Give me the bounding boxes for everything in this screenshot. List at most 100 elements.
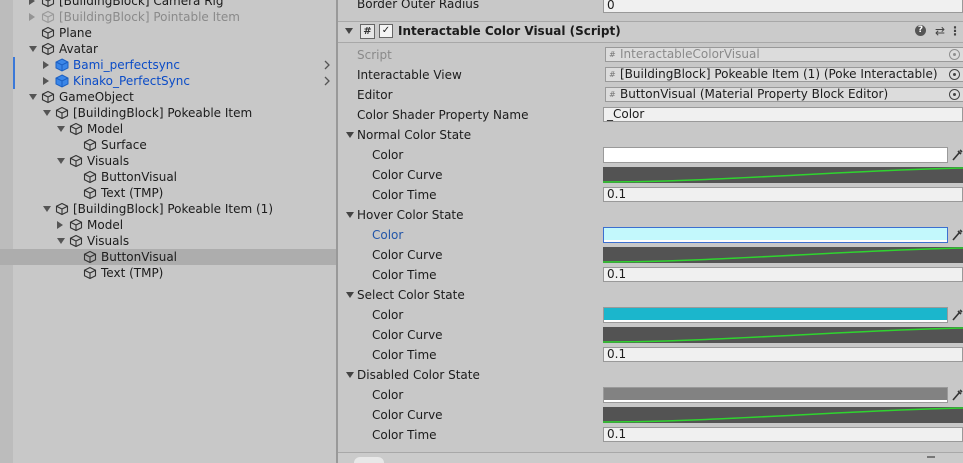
hierarchy-item[interactable]: Plane: [13, 25, 336, 41]
animation-curve-field[interactable]: [603, 247, 963, 263]
border-outer-radius-row: Border Outer Radius 0: [338, 0, 963, 14]
expand-arrow-icon[interactable]: [57, 126, 65, 132]
animation-curve-field[interactable]: [603, 327, 963, 343]
color-state-header[interactable]: Select Color State: [338, 285, 963, 305]
animation-curve-field[interactable]: [603, 167, 963, 183]
color-time-row: Color Time 0.1: [338, 265, 963, 285]
expand-arrow-icon[interactable]: [57, 238, 65, 244]
expand-arrow-icon[interactable]: [57, 158, 65, 164]
color-time-row: Color Time 0.1: [338, 185, 963, 205]
color-state-title: Normal Color State: [357, 128, 472, 142]
editor-field[interactable]: # ButtonVisual (Material Property Block …: [605, 87, 963, 102]
hierarchy-item[interactable]: [BuildingBlock] Pokeable Item: [13, 105, 336, 121]
object-picker-icon[interactable]: [949, 89, 960, 100]
collapse-arrow-icon[interactable]: [57, 221, 63, 229]
component-fold-arrow[interactable]: [345, 28, 353, 34]
expand-arrow-icon[interactable]: [29, 46, 37, 52]
eyedropper-icon[interactable]: [951, 308, 963, 322]
hierarchy-item-label: Visuals: [87, 234, 130, 248]
color-state-title: Hover Color State: [357, 208, 464, 222]
hierarchy-item[interactable]: [BuildingBlock] Pokeable Item (1): [13, 201, 336, 217]
hierarchy-item[interactable]: Kinako_PerfectSync: [13, 73, 336, 89]
preset-icon[interactable]: ⇄: [935, 24, 945, 38]
color-state-header[interactable]: Normal Color State: [338, 125, 963, 145]
next-component-header[interactable]: [338, 452, 963, 463]
hierarchy-item-label: [BuildingBlock] Pokeable Item: [73, 106, 253, 120]
hierarchy-item[interactable]: ButtonVisual: [13, 169, 336, 185]
hierarchy-item[interactable]: Visuals: [13, 153, 336, 169]
color-time-input[interactable]: 0.1: [603, 427, 963, 442]
hierarchy-item[interactable]: Model: [13, 217, 336, 233]
border-outer-radius-field[interactable]: 0: [603, 0, 963, 13]
script-label: Script: [357, 48, 392, 62]
hierarchy-item-label: Model: [87, 218, 124, 232]
animation-curve-field[interactable]: [603, 407, 963, 423]
hierarchy-item[interactable]: Bami_perfectsync: [13, 57, 336, 73]
color-state-header[interactable]: Disabled Color State: [338, 365, 963, 385]
color-time-input[interactable]: 0.1: [603, 267, 963, 282]
collapse-arrow-icon[interactable]: [43, 61, 49, 69]
shader-property-input[interactable]: _Color: [603, 107, 963, 122]
color-curve-label: Color Curve: [372, 408, 443, 422]
eyedropper-icon[interactable]: [951, 388, 963, 402]
foldout-arrow-icon[interactable]: [346, 132, 354, 138]
hierarchy-item[interactable]: Text (TMP): [13, 185, 336, 201]
component-ref-icon: #: [609, 90, 616, 99]
interactable-view-value: [BuildingBlock] Pokeable Item (1) (Poke …: [620, 67, 938, 81]
expand-arrow-icon[interactable]: [43, 110, 51, 116]
foldout-arrow-icon[interactable]: [346, 212, 354, 218]
hierarchy-item[interactable]: Text (TMP): [13, 265, 336, 281]
component-ref-icon: #: [609, 70, 616, 79]
eyedropper-icon[interactable]: [951, 148, 963, 162]
color-label: Color: [372, 228, 404, 242]
hierarchy-item[interactable]: Avatar: [13, 41, 336, 57]
color-label: Color: [372, 388, 404, 402]
hierarchy-item[interactable]: Surface: [13, 137, 336, 153]
interactable-view-field[interactable]: # [BuildingBlock] Pokeable Item (1) (Pok…: [605, 67, 963, 82]
component-header[interactable]: # ✓ Interactable Color Visual (Script) ?…: [338, 21, 963, 43]
color-time-input[interactable]: 0.1: [603, 347, 963, 362]
help-icon[interactable]: ?: [915, 25, 926, 36]
color-swatch[interactable]: [603, 387, 948, 403]
collapse-arrow-icon[interactable]: [43, 77, 49, 85]
color-time-label: Color Time: [372, 188, 437, 202]
gameobject-cube-icon: [41, 0, 55, 8]
color-state-header[interactable]: Hover Color State: [338, 205, 963, 225]
gameobject-cube-icon: [69, 154, 83, 168]
color-swatch[interactable]: [603, 227, 948, 243]
more-icon[interactable]: ⋮: [949, 24, 961, 38]
color-swatch[interactable]: [603, 307, 948, 323]
object-picker-icon[interactable]: [949, 69, 960, 80]
color-time-label: Color Time: [372, 428, 437, 442]
hierarchy-item[interactable]: ButtonVisual: [13, 249, 336, 265]
more-icon[interactable]: [927, 456, 935, 462]
collapse-arrow-icon[interactable]: [29, 0, 35, 5]
expand-arrow-icon[interactable]: [43, 206, 51, 212]
hierarchy-item[interactable]: [BuildingBlock] Camera Rig: [13, 0, 336, 9]
hierarchy-item-label: [BuildingBlock] Pokeable Item (1): [73, 202, 273, 216]
color-time-row: Color Time 0.1: [338, 425, 963, 445]
hierarchy-item-label: Model: [87, 122, 124, 136]
hierarchy-item[interactable]: GameObject: [13, 89, 336, 105]
script-field: # InteractableColorVisual: [605, 47, 963, 62]
chevron-right-icon[interactable]: [322, 60, 332, 70]
gameobject-cube-icon: [69, 234, 83, 248]
hierarchy-item[interactable]: [BuildingBlock] Pointable Item: [13, 9, 336, 25]
gameobject-cube-icon: [69, 122, 83, 136]
interactable-view-label: Interactable View: [357, 68, 462, 82]
enabled-checkbox[interactable]: ✓: [379, 24, 393, 38]
editor-value: ButtonVisual (Material Property Block Ed…: [620, 87, 889, 101]
color-time-input[interactable]: 0.1: [603, 187, 963, 202]
hierarchy-item[interactable]: Model: [13, 121, 336, 137]
color-swatch[interactable]: [603, 147, 948, 163]
collapse-arrow-icon[interactable]: [29, 13, 35, 21]
foldout-arrow-icon[interactable]: [346, 372, 354, 378]
eyedropper-icon[interactable]: [951, 228, 963, 242]
curve-line: [603, 327, 963, 343]
foldout-arrow-icon[interactable]: [346, 292, 354, 298]
chevron-right-icon[interactable]: [322, 76, 332, 86]
color-curve-row: Color Curve: [338, 405, 963, 425]
hierarchy-item[interactable]: Visuals: [13, 233, 336, 249]
expand-arrow-icon[interactable]: [29, 94, 37, 100]
hierarchy-panel[interactable]: [BuildingBlock] Camera Rig [BuildingBlock…: [13, 0, 336, 463]
